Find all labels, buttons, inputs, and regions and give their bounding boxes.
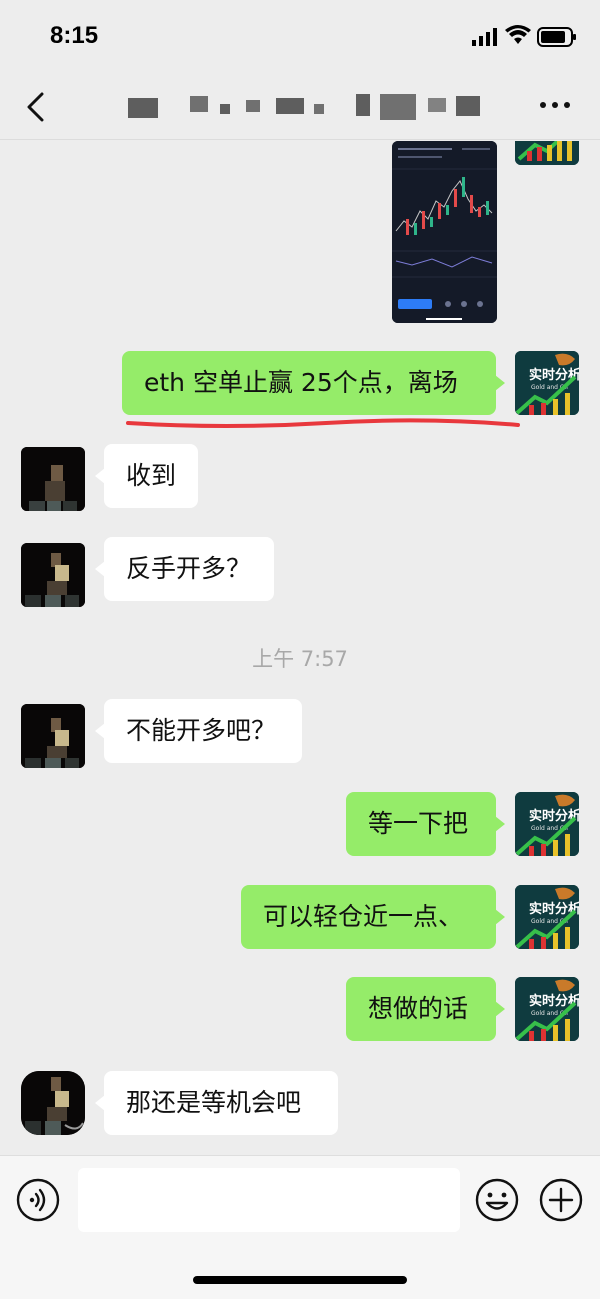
status-time: 8:15 [50, 22, 99, 49]
chat-area[interactable]: eth 空单止赢 25个点，离场 实时分析 Gold and Oil 收到 反手… [0, 141, 600, 1155]
self-avatar[interactable]: 实时分析 Gold and Oil [515, 885, 579, 949]
self-avatar[interactable]: 实时分析 Gold and Oil [515, 977, 579, 1041]
more-icon[interactable] [538, 102, 572, 110]
message-bubble-contact[interactable]: 不能开多吧？ [95, 699, 302, 763]
contact-avatar[interactable] [21, 447, 85, 511]
cellular-signal-icon [472, 28, 497, 46]
battery-icon [537, 27, 576, 47]
message-bubble-contact[interactable]: 那还是等机会吧 [95, 1071, 338, 1135]
message-input[interactable] [78, 1168, 460, 1232]
self-avatar[interactable]: 实时分析 Gold and Oil [515, 351, 579, 415]
contact-avatar[interactable] [21, 1071, 85, 1135]
contact-avatar[interactable] [21, 543, 85, 607]
self-avatar[interactable]: 实时分析 Gold and Oil [515, 792, 579, 856]
message-timestamp: 上午 7:57 [252, 647, 348, 671]
back-icon[interactable] [24, 92, 48, 122]
chart-screenshot-message[interactable] [392, 141, 497, 323]
contact-avatar[interactable] [21, 704, 85, 768]
home-indicator[interactable] [193, 1276, 407, 1284]
input-bar [0, 1155, 600, 1299]
chat-title-redacted [128, 94, 488, 120]
message-bubble-self[interactable]: eth 空单止赢 25个点，离场 [122, 351, 505, 415]
status-bar: 8:15 [0, 0, 600, 72]
message-bubble-self[interactable]: 想做的话 [346, 977, 505, 1041]
emoji-icon[interactable] [475, 1178, 519, 1222]
nav-bar [0, 72, 600, 140]
wifi-icon [505, 25, 531, 44]
self-avatar[interactable] [515, 141, 579, 165]
message-bubble-self[interactable]: 可以轻仓近一点、 [241, 885, 505, 949]
message-bubble-self[interactable]: 等一下把 [346, 792, 505, 856]
message-bubble-contact[interactable]: 反手开多？ [95, 537, 274, 601]
add-icon[interactable] [539, 1178, 583, 1222]
red-underline-annotation [126, 418, 520, 428]
message-bubble-contact[interactable]: 收到 [95, 444, 198, 508]
voice-icon[interactable] [16, 1178, 60, 1222]
